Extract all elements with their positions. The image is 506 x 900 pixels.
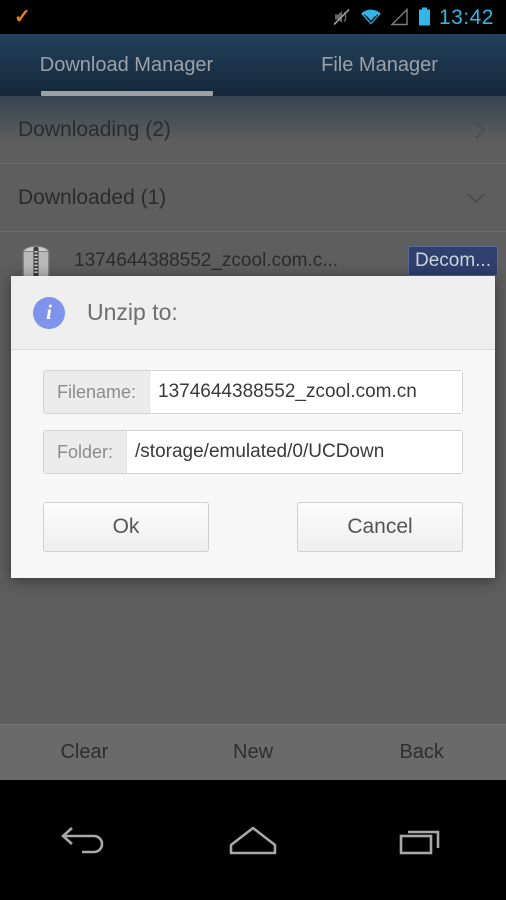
status-bar-clock: 13:42 [438, 5, 494, 29]
battery-icon [418, 7, 431, 27]
tab-bar: Download Manager File Manager [0, 34, 506, 96]
chevron-right-icon[interactable] [472, 118, 488, 142]
dialog-button-row: Ok Cancel [11, 490, 495, 578]
tab-file-manager-label: File Manager [321, 53, 438, 76]
home-nav-icon[interactable] [169, 823, 338, 857]
mute-icon [332, 7, 352, 27]
tab-download-manager-label: Download Manager [39, 53, 214, 76]
dialog-header: i Unzip to: [11, 276, 495, 350]
back-nav-icon[interactable] [0, 823, 169, 857]
system-nav-bar [0, 780, 506, 900]
wifi-icon [360, 8, 382, 26]
group-label-downloaded: Downloaded (1) [18, 185, 167, 209]
cancel-button[interactable]: Cancel [297, 502, 463, 552]
bottom-action-bar: Clear New Back [0, 724, 506, 780]
status-bar-right: 13:42 [332, 7, 506, 28]
folder-field[interactable]: Folder: /storage/emulated/0/UCDown [43, 430, 463, 474]
group-row-downloading[interactable]: Downloading (2) [0, 96, 506, 164]
chevron-down-icon[interactable] [464, 190, 488, 206]
decompress-button[interactable]: Decom... [407, 246, 498, 276]
group-row-downloaded[interactable]: Downloaded (1) [0, 164, 506, 232]
tab-file-manager[interactable]: File Manager [253, 34, 506, 96]
folder-field-label: Folder: [44, 431, 128, 473]
file-name-label: 1374644388552_zcool.com.c... [74, 250, 339, 271]
dialog-body: Filename: 1374644388552_zcool.com.cn Fol… [11, 350, 495, 474]
status-bar: ✓ 13:42 [0, 0, 506, 34]
unzip-dialog: i Unzip to: Filename: 1374644388552_zcoo… [11, 276, 495, 578]
recents-nav-icon[interactable] [337, 823, 506, 857]
filename-input[interactable]: 1374644388552_zcool.com.cn [150, 371, 462, 413]
folder-input[interactable]: /storage/emulated/0/UCDown [127, 431, 462, 473]
status-bar-left: ✓ [0, 7, 31, 27]
check-icon: ✓ [14, 6, 31, 28]
tab-download-manager[interactable]: Download Manager [0, 34, 253, 96]
filename-field-label: Filename: [44, 371, 151, 413]
info-icon: i [33, 296, 65, 329]
group-label-downloading: Downloading (2) [18, 117, 171, 141]
clear-button[interactable]: Clear [0, 725, 169, 780]
back-button[interactable]: Back [337, 725, 506, 780]
dialog-title: Unzip to: [87, 299, 178, 325]
new-button[interactable]: New [169, 725, 338, 780]
ok-button[interactable]: Ok [43, 502, 209, 552]
signal-icon [390, 8, 410, 26]
zip-file-icon [18, 241, 54, 281]
filename-field[interactable]: Filename: 1374644388552_zcool.com.cn [43, 370, 463, 414]
